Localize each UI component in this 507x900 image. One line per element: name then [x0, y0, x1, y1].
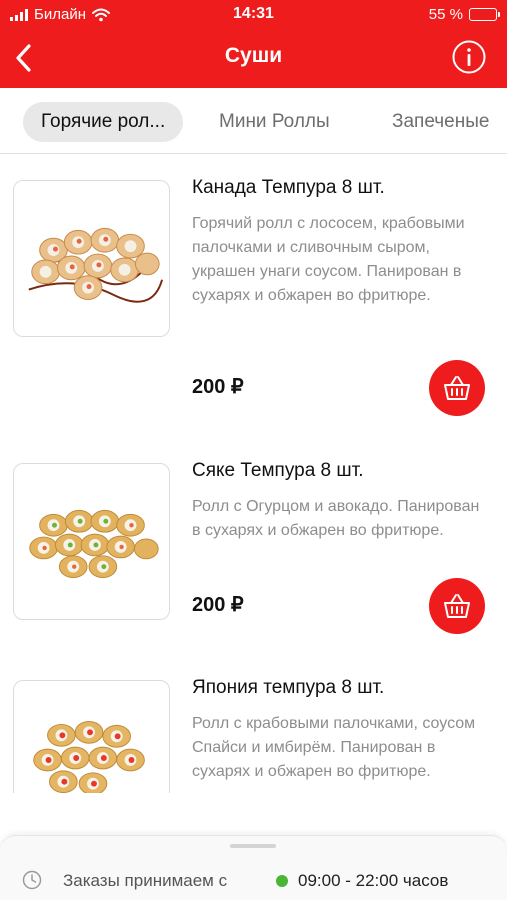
sushi-roll-image	[13, 463, 170, 620]
battery-percent: 55 %	[428, 6, 463, 23]
hours-label: Заказы принимаем с	[63, 871, 228, 890]
tab-mini-rolls[interactable]: Мини Роллы	[219, 102, 330, 142]
info-button[interactable]	[451, 39, 487, 75]
sushi-roll-image	[13, 180, 170, 337]
app-header: Билайн 14:31 55 % Суши	[0, 0, 507, 88]
status-bar: Билайн 14:31 55 %	[0, 0, 507, 30]
open-status-dot	[276, 875, 288, 887]
add-to-cart-button[interactable]	[429, 578, 485, 634]
basket-icon	[444, 594, 470, 618]
sushi-roll-image	[13, 680, 170, 793]
product-card[interactable]: Япония темпура 8 шт. Ролл с крабовыми па…	[0, 655, 507, 793]
tab-hot-rolls[interactable]: Горячие рол...	[23, 102, 184, 142]
page-title: Суши	[224, 44, 283, 67]
product-list: Канада Темпура 8 шт. Горячий ролл с лосо…	[0, 155, 507, 793]
battery-icon	[469, 8, 500, 21]
product-name: Сяке Темпура 8 шт.	[192, 460, 364, 481]
add-to-cart-button[interactable]	[429, 360, 485, 416]
basket-icon	[444, 376, 470, 400]
clock-icon	[22, 870, 42, 890]
info-icon	[452, 40, 486, 74]
product-card[interactable]: Канада Темпура 8 шт. Горячий ролл с лосо…	[0, 155, 507, 435]
sheet-grabber[interactable]	[230, 844, 276, 848]
product-description: Ролл с Огурцом и авокадо. Панирован в су…	[192, 498, 480, 539]
product-description: Горячий ролл с лососем, крабовыми палочк…	[192, 215, 465, 304]
working-hours-panel[interactable]: Заказы принимаем с 09:00 - 22:00 часов	[0, 835, 507, 900]
product-price: 200 ₽	[192, 594, 244, 616]
product-name: Канада Темпура 8 шт.	[192, 177, 385, 198]
product-name: Япония темпура 8 шт.	[192, 677, 385, 698]
product-price: 200 ₽	[192, 376, 244, 398]
category-tabs: Горячие рол... Мини Роллы Запеченые	[0, 88, 507, 154]
tab-baked[interactable]: Запеченые	[392, 102, 489, 142]
hours-value: 09:00 - 22:00 часов	[298, 871, 449, 890]
product-description: Ролл с крабовыми палочками, соусом Спайс…	[192, 715, 476, 780]
nav-bar: Суши	[0, 30, 507, 88]
battery-info: 55 %	[428, 6, 500, 23]
